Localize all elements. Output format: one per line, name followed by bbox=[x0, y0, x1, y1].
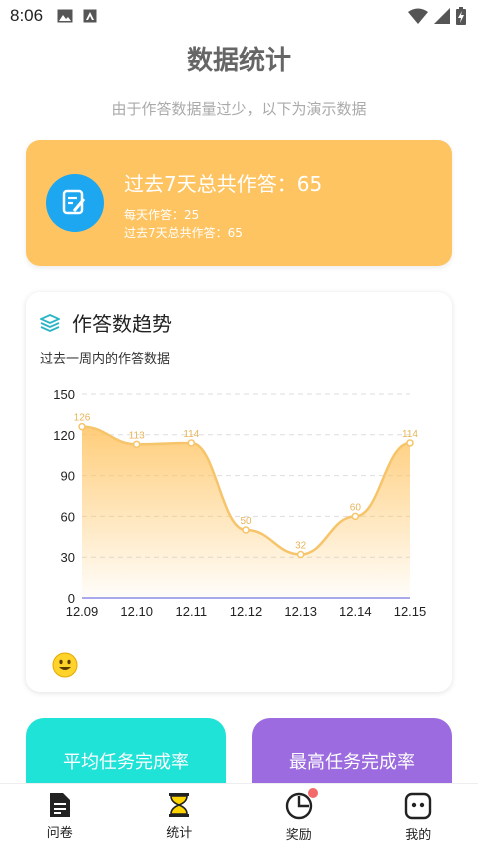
edit-note-icon bbox=[46, 174, 104, 232]
x-tick-label: 12.13 bbox=[284, 604, 317, 619]
battery-icon bbox=[456, 7, 466, 25]
trend-title: 作答数趋势 bbox=[72, 312, 172, 336]
data-point bbox=[296, 550, 305, 559]
data-label: 114 bbox=[183, 429, 199, 440]
nav-item-mine[interactable]: 我的 bbox=[359, 784, 478, 850]
wifi-icon bbox=[408, 8, 428, 24]
summary-daily: 每天作答：25 bbox=[124, 208, 200, 222]
x-tick-label: 12.14 bbox=[339, 604, 372, 619]
trend-card: 作答数趋势 过去一周内的作答数据 0 30 60 90 120 150 12.09 12.10… bbox=[26, 292, 452, 692]
y-tick-label: 120 bbox=[53, 428, 75, 443]
x-tick-label: 12.15 bbox=[394, 604, 427, 619]
data-point bbox=[242, 526, 250, 534]
data-point bbox=[132, 440, 141, 449]
summary-card: 过去7天总共作答：65 每天作答：25 过去7天总共作答：65 bbox=[26, 140, 452, 266]
signal-icon bbox=[434, 8, 450, 24]
data-label: 32 bbox=[295, 540, 307, 551]
notification-dot bbox=[308, 788, 318, 798]
data-point bbox=[351, 512, 360, 521]
trend-header: 作答数趋势 bbox=[40, 308, 172, 337]
y-tick-label: 90 bbox=[61, 469, 75, 484]
status-bar: 8:06 bbox=[0, 0, 478, 32]
smile-emoji-icon bbox=[52, 652, 78, 678]
status-time: 8:06 bbox=[10, 6, 44, 25]
face-icon bbox=[405, 792, 432, 820]
layers-icon bbox=[40, 313, 60, 332]
bottom-nav: 问卷 统计 奖励 我的 bbox=[0, 783, 478, 850]
data-label: 60 bbox=[350, 502, 362, 513]
nav-item-rewards[interactable]: 奖励 bbox=[239, 784, 359, 850]
data-point bbox=[406, 439, 414, 447]
page-subtitle: 由于作答数据量过少，以下为演示数据 bbox=[111, 100, 367, 118]
y-tick-label: 30 bbox=[61, 550, 75, 565]
average-completion-label: 平均任务完成率 bbox=[63, 752, 189, 773]
document-icon bbox=[49, 793, 70, 817]
x-tick-label: 12.11 bbox=[176, 604, 208, 619]
data-label: 114 bbox=[402, 429, 418, 440]
data-point bbox=[78, 422, 86, 431]
nav-label-statistics: 统计 bbox=[166, 826, 193, 841]
summary-total-main: 过去7天总共作答：65 bbox=[124, 172, 323, 196]
x-tick-label: 12.09 bbox=[66, 604, 99, 619]
y-tick-label: 150 bbox=[53, 387, 75, 402]
nav-item-statistics[interactable]: 统计 bbox=[120, 784, 240, 850]
nav-label-mine: 我的 bbox=[405, 828, 432, 843]
nav-label-rewards: 奖励 bbox=[285, 828, 312, 843]
app-notification-icon bbox=[83, 9, 97, 23]
x-tick-label: 12.12 bbox=[230, 604, 263, 619]
image-icon bbox=[57, 9, 73, 23]
nav-item-questionnaire[interactable]: 问卷 bbox=[0, 784, 120, 850]
hourglass-icon bbox=[169, 793, 190, 817]
summary-week: 过去7天总共作答：65 bbox=[124, 226, 243, 240]
max-completion-label: 最高任务完成率 bbox=[289, 752, 415, 773]
trend-chart: 030609012015012.09 12.10 12.11 12.12 12.13 12… bbox=[53, 387, 427, 619]
data-label: 50 bbox=[240, 516, 252, 527]
trend-description: 过去一周内的作答数据 bbox=[40, 352, 171, 367]
page-title: 数据统计 bbox=[186, 46, 291, 76]
data-label: 126 bbox=[74, 413, 91, 424]
y-tick-label: 60 bbox=[61, 509, 75, 524]
data-label: 113 bbox=[129, 430, 145, 441]
nav-label-questionnaire: 问卷 bbox=[46, 826, 73, 841]
x-tick-label: 12.10 bbox=[120, 604, 153, 619]
data-point bbox=[187, 439, 196, 447]
